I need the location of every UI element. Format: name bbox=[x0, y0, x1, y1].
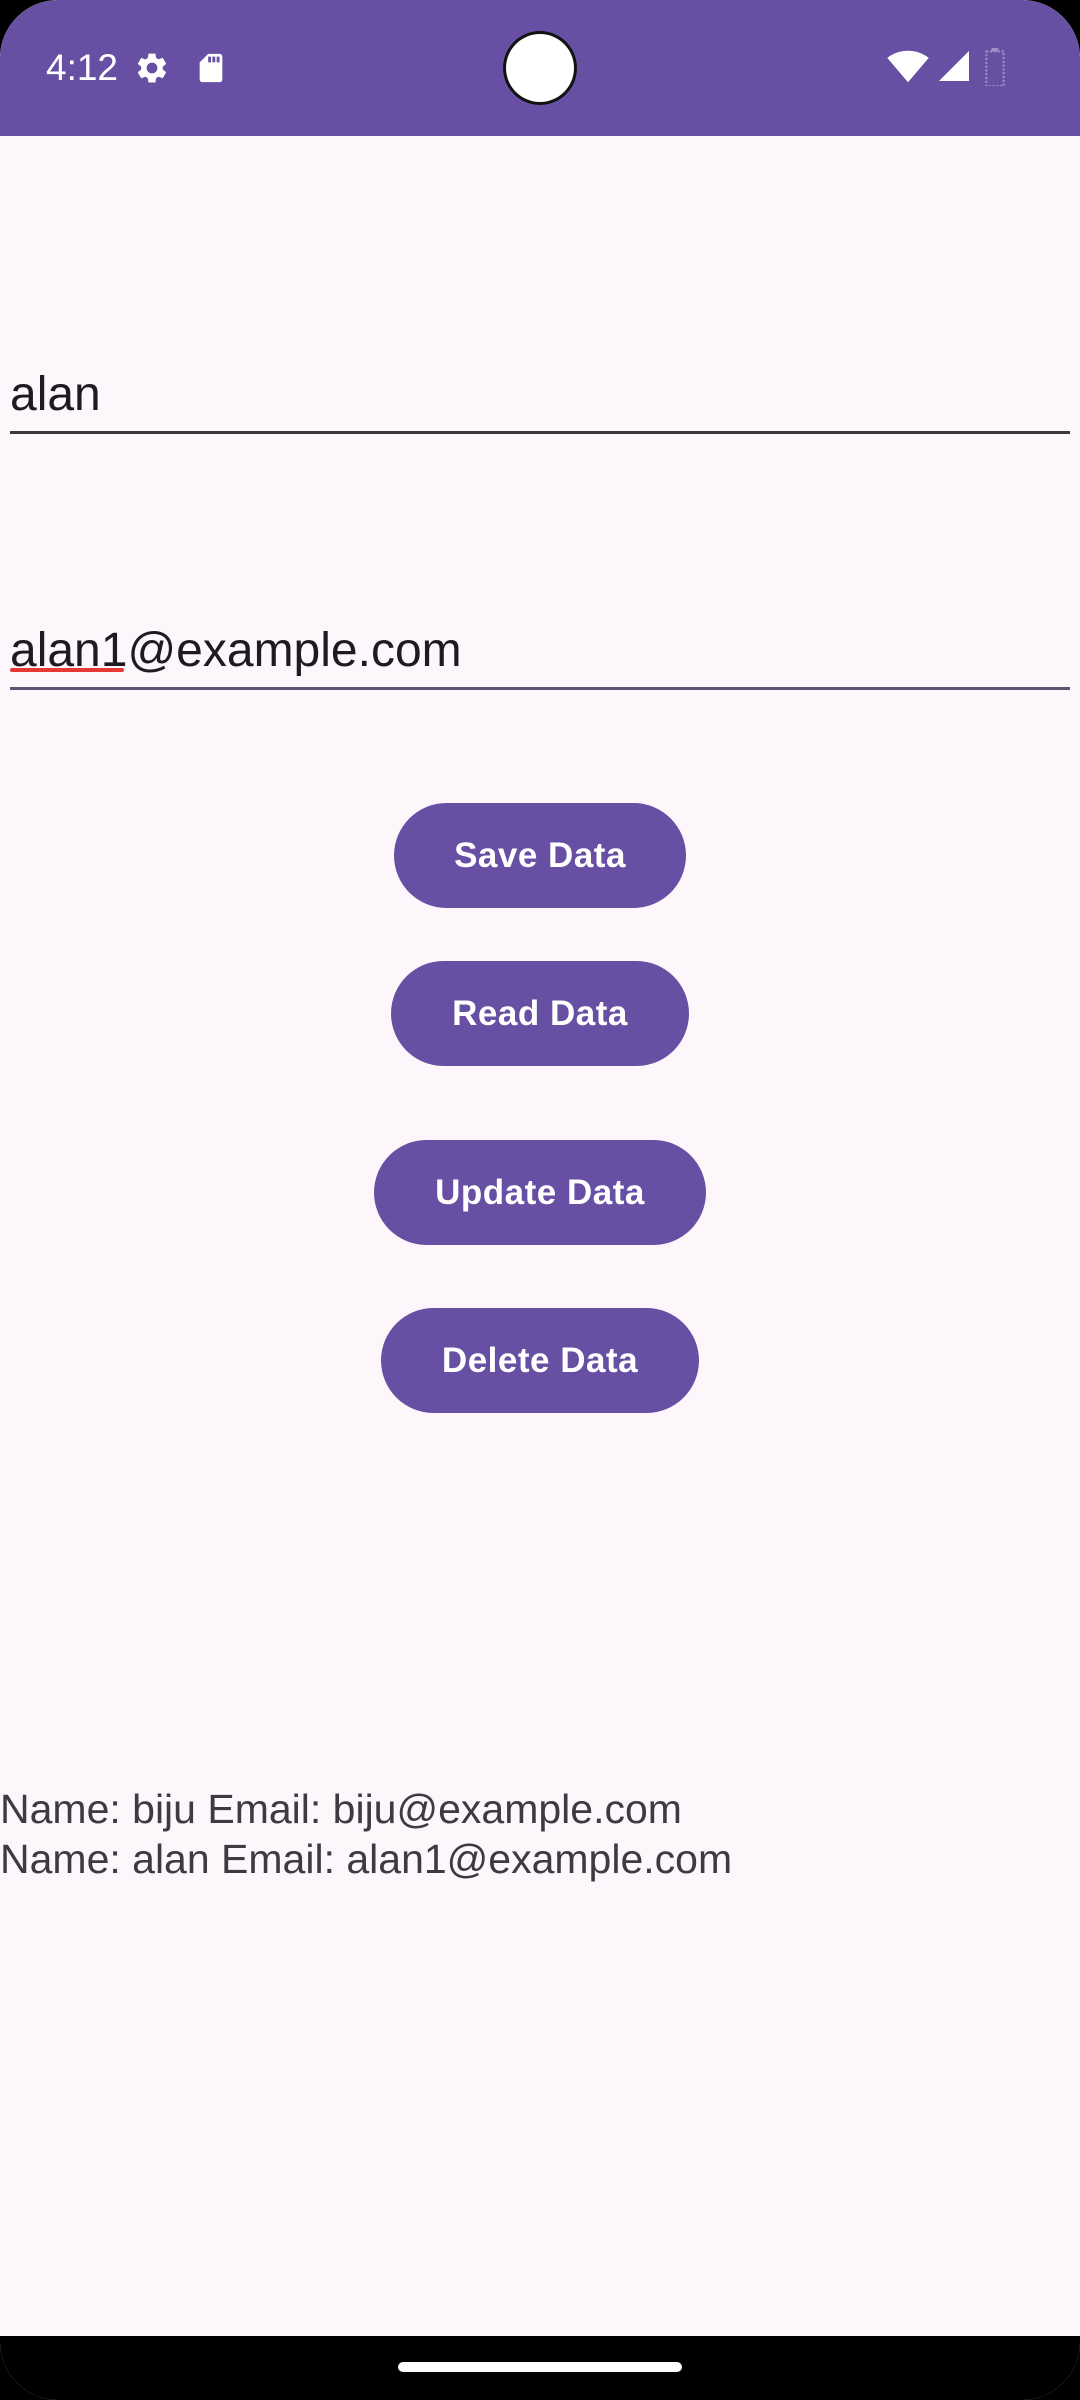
update-data-button[interactable]: Update Data bbox=[374, 1140, 706, 1245]
wifi-icon bbox=[886, 48, 930, 89]
data-output: Name: biju Email: biju@example.com Name:… bbox=[0, 1784, 732, 1884]
battery-icon bbox=[984, 48, 1006, 91]
output-line: Name: alan Email: alan1@example.com bbox=[0, 1836, 733, 1882]
read-data-button[interactable]: Read Data bbox=[391, 961, 689, 1066]
name-input[interactable] bbox=[10, 360, 1070, 430]
spellcheck-underline bbox=[10, 668, 124, 672]
email-input[interactable] bbox=[10, 616, 1070, 686]
gear-icon bbox=[134, 50, 170, 91]
status-time: 4:12 bbox=[46, 47, 119, 88]
camera-cutout bbox=[506, 34, 574, 102]
save-data-button[interactable]: Save Data bbox=[394, 803, 686, 908]
delete-data-button[interactable]: Delete Data bbox=[381, 1308, 699, 1413]
email-input-underline bbox=[10, 687, 1070, 690]
name-input-underline bbox=[10, 431, 1070, 434]
app-screen: 4:12 alan alan1@example.com Save Data Re… bbox=[0, 0, 1080, 2400]
signal-icon bbox=[936, 48, 972, 89]
sd-card-icon bbox=[194, 50, 228, 91]
status-bar: 4:12 bbox=[0, 0, 1080, 136]
home-gesture-handle[interactable] bbox=[398, 2362, 682, 2372]
output-line: Name: biju Email: biju@example.com bbox=[0, 1786, 682, 1832]
